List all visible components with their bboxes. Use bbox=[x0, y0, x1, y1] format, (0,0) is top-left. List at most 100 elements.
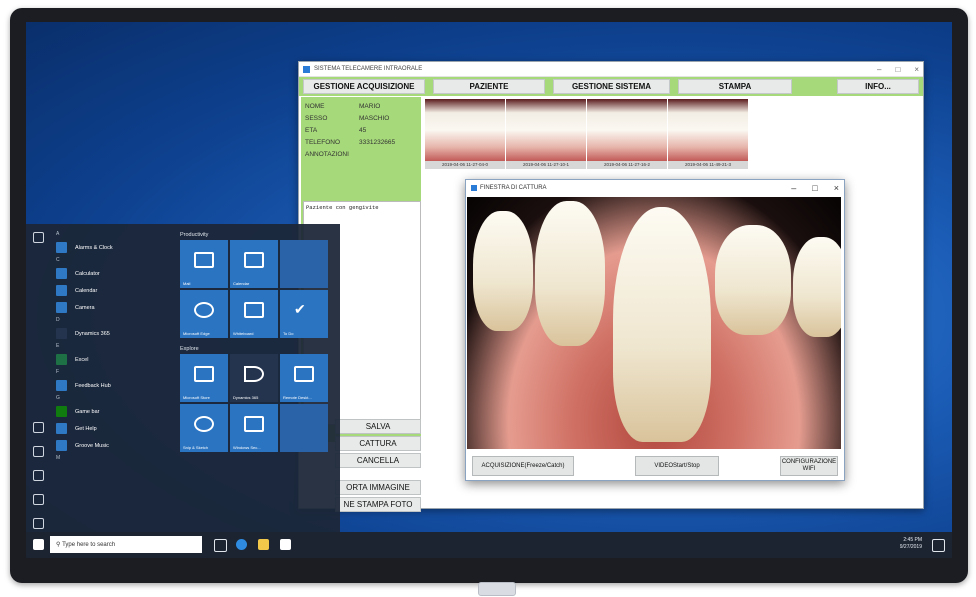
photo-thumbnail[interactable]: 2019-04-06 11-27-16-2 bbox=[587, 99, 667, 169]
thumbnail-label: 2019-04-06 11-27-10-1 bbox=[506, 161, 586, 169]
notifications-icon[interactable] bbox=[932, 539, 945, 552]
alpha-header[interactable]: D bbox=[56, 316, 174, 325]
store-icon bbox=[194, 366, 214, 382]
thumbnail-label: 2019-04-06 11-49-21-3 bbox=[668, 161, 748, 169]
photo-thumbnail[interactable]: 2019-04-06 11-49-21-3 bbox=[668, 99, 748, 169]
action-buttons: SALVA CATTURA CANCELLA ORTA IMMAGINE NE … bbox=[335, 419, 421, 514]
photo-thumbnail[interactable]: 2019-04-06 11-27-10-1 bbox=[506, 99, 586, 169]
edge-tile[interactable]: Microsoft Edge bbox=[180, 290, 228, 338]
cancella-button[interactable]: CANCELLA bbox=[335, 453, 421, 468]
power-icon[interactable] bbox=[33, 518, 44, 529]
stampa-foto-button[interactable]: NE STAMPA FOTO bbox=[335, 497, 421, 512]
settings-icon[interactable] bbox=[33, 494, 44, 505]
user-icon[interactable] bbox=[33, 422, 44, 433]
patient-notes-row: ANNOTAZIONI bbox=[305, 149, 417, 161]
minimize-icon[interactable]: – bbox=[877, 65, 881, 74]
remote-desktop-tile[interactable]: Remote Deskt... bbox=[280, 354, 328, 402]
importa-immagine-button[interactable]: ORTA IMMAGINE bbox=[335, 480, 421, 495]
maximize-icon[interactable]: □ bbox=[812, 183, 817, 193]
alpha-header[interactable]: M bbox=[56, 454, 174, 463]
alpha-header[interactable]: E bbox=[56, 342, 174, 351]
tile-label: To Do bbox=[283, 331, 294, 336]
menu-paziente[interactable]: PAZIENTE bbox=[433, 79, 545, 94]
alarms-icon bbox=[56, 242, 67, 253]
app-list-item[interactable]: Calendar bbox=[56, 282, 174, 299]
store-icon[interactable] bbox=[280, 539, 291, 550]
app-list-item[interactable]: Feedback Hub bbox=[56, 377, 174, 394]
configura-wifi-button[interactable]: CONFIGURAZIONE WIFI bbox=[780, 456, 838, 476]
field-label: ETA bbox=[305, 127, 318, 134]
field-label: ANNOTAZIONI bbox=[305, 151, 349, 158]
cattura-button[interactable]: CATTURA bbox=[335, 436, 421, 451]
tile-label: Whiteboard bbox=[233, 331, 254, 336]
photo-thumbnail[interactable]: 2019-04-06 11-27-04-0 bbox=[425, 99, 505, 169]
tile-label: Dynamics 365 bbox=[233, 395, 259, 400]
task-view-icon[interactable] bbox=[214, 539, 227, 552]
app-name: Calendar bbox=[75, 287, 98, 294]
app-list-item[interactable]: Game bar bbox=[56, 403, 174, 420]
tooth bbox=[613, 207, 711, 442]
file-explorer-icon[interactable] bbox=[258, 539, 269, 550]
dynamics-tile[interactable]: Dynamics 365 bbox=[230, 354, 278, 402]
alpha-header[interactable]: A bbox=[56, 230, 174, 239]
documents-icon[interactable] bbox=[33, 446, 44, 457]
feedback-hub-icon bbox=[56, 380, 67, 391]
app-list-item[interactable]: Calculator bbox=[56, 265, 174, 282]
menu-gestione-sistema[interactable]: GESTIONE SISTEMA bbox=[553, 79, 670, 94]
app-list-item[interactable]: Groove Music bbox=[56, 437, 174, 454]
alpha-header[interactable]: G bbox=[56, 394, 174, 403]
app-list-item[interactable]: Dynamics 365 bbox=[56, 325, 174, 342]
calendar-tile[interactable]: Calendar bbox=[230, 240, 278, 288]
app-list-item[interactable]: Excel bbox=[56, 351, 174, 368]
mail-tile[interactable]: Mail bbox=[180, 240, 228, 288]
tooth-photo bbox=[668, 99, 748, 161]
system-tray[interactable]: 2:45 PM 9/27/2019 bbox=[900, 537, 922, 551]
patient-phone: 3331232665 bbox=[359, 139, 396, 146]
patient-age-row: ETA 45 bbox=[305, 125, 417, 137]
maximize-icon[interactable]: □ bbox=[895, 65, 900, 74]
tile-label: Calendar bbox=[233, 281, 250, 286]
app-name: Calculator bbox=[75, 270, 100, 277]
field-label: NOME bbox=[305, 103, 325, 110]
menu-gestione-acquisizione[interactable]: GESTIONE ACQUISIZIONE bbox=[303, 79, 425, 94]
store-tile[interactable]: Microsoft Store bbox=[180, 354, 228, 402]
alpha-header[interactable]: F bbox=[56, 368, 174, 377]
windows-security-tile[interactable]: Windows Sec... bbox=[230, 404, 278, 452]
misc-apps-tile[interactable] bbox=[280, 404, 328, 452]
app-list-item[interactable]: Alarms & Clock bbox=[56, 239, 174, 256]
close-icon[interactable]: × bbox=[834, 183, 839, 193]
tooth-photo bbox=[425, 99, 505, 161]
capture-titlebar: FINESTRA DI CATTURA – □ × bbox=[466, 180, 844, 196]
app-name: Excel bbox=[75, 356, 89, 363]
video-start-stop-button[interactable]: VIDEOStart/Stop bbox=[635, 456, 719, 476]
acquisizione-button[interactable]: ACQUISIZIONE(Freeze/Catch) bbox=[472, 456, 574, 476]
pictures-icon[interactable] bbox=[33, 470, 44, 481]
menu-stampa[interactable]: STAMPA bbox=[678, 79, 792, 94]
office-apps-tile[interactable] bbox=[280, 240, 328, 288]
start-menu: A Alarms & Clock C Calculator Calendar C… bbox=[26, 224, 340, 546]
hamburger-icon[interactable] bbox=[33, 232, 44, 243]
todo-tile[interactable]: ✔ To Do bbox=[280, 290, 328, 338]
taskbar-search-box[interactable]: ⚲ Type here to search bbox=[50, 536, 202, 553]
minimize-icon[interactable]: – bbox=[791, 183, 796, 193]
calendar-icon bbox=[244, 252, 264, 268]
app-list-item[interactable]: Get Help bbox=[56, 420, 174, 437]
salva-button[interactable]: SALVA bbox=[335, 419, 421, 434]
close-icon[interactable]: × bbox=[914, 65, 919, 74]
game-bar-icon bbox=[56, 406, 67, 417]
tile-label: Microsoft Store bbox=[183, 395, 210, 400]
patient-sex: MASCHIO bbox=[359, 115, 390, 122]
snip-sketch-tile[interactable]: Snip & Sketch bbox=[180, 404, 228, 452]
tooth bbox=[715, 225, 791, 335]
calendar-icon bbox=[56, 285, 67, 296]
tile-group-title: Explore bbox=[180, 346, 199, 352]
menu-info[interactable]: INFO... bbox=[837, 79, 919, 94]
whiteboard-tile[interactable]: Whiteboard bbox=[230, 290, 278, 338]
tile-grid: Microsoft Store Dynamics 365 Remote Desk… bbox=[180, 354, 338, 452]
windows-start-icon[interactable] bbox=[33, 539, 44, 550]
alpha-header[interactable]: C bbox=[56, 256, 174, 265]
app-list-item[interactable]: Camera bbox=[56, 299, 174, 316]
shield-icon bbox=[244, 416, 264, 432]
edge-icon[interactable] bbox=[236, 539, 247, 550]
tile-grid: Mail Calendar Microsoft Edge Whiteboard … bbox=[180, 240, 338, 338]
